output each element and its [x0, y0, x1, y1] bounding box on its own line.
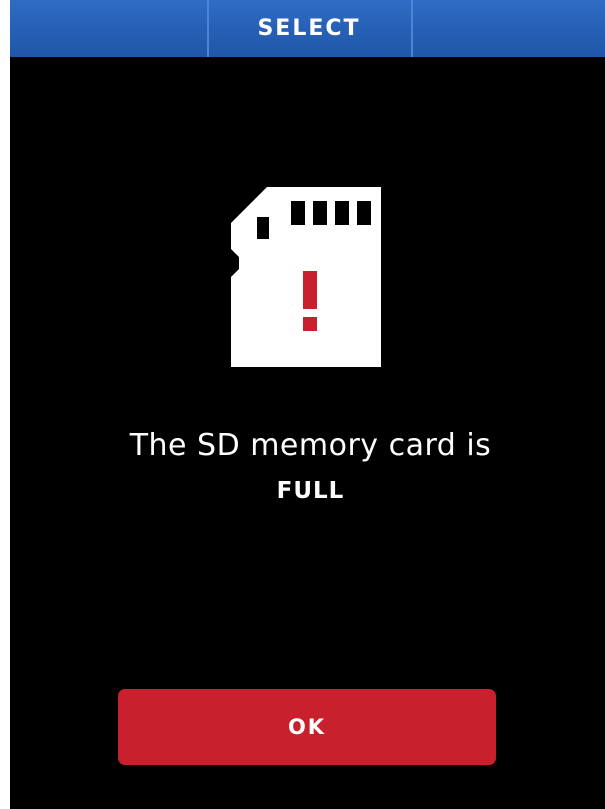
- sd-card-warning-icon: [231, 187, 381, 367]
- sd-full-screen: SELECT The SD memory card is FULL OK: [10, 0, 605, 809]
- header-right-segment: [411, 0, 605, 57]
- sd-card-status: FULL: [276, 478, 345, 504]
- header-title: SELECT: [257, 16, 361, 41]
- sd-card-message: The SD memory card is: [129, 428, 492, 463]
- ok-button[interactable]: OK: [118, 689, 496, 765]
- header-bar: SELECT: [10, 0, 605, 57]
- header-left-segment: [10, 0, 209, 57]
